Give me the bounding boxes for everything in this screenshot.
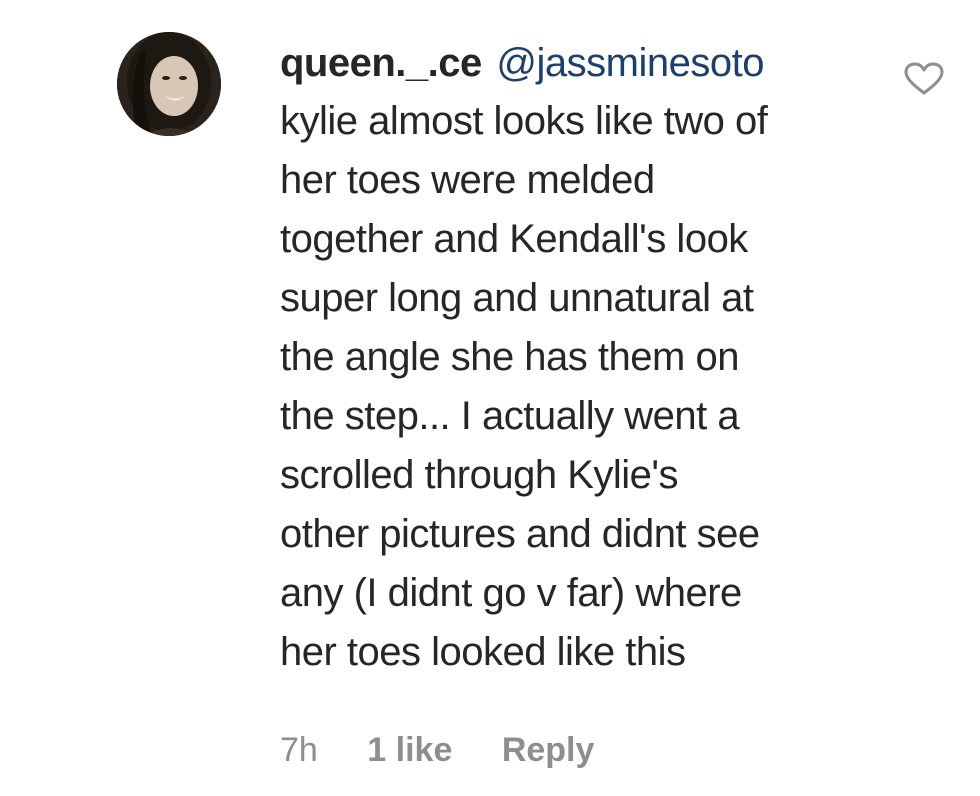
comment-text-line: her toes were melded [280,158,655,202]
comment-text-line: the step... I actually went a [280,394,740,438]
comment-text-line: other pictures and didnt see [280,512,760,556]
comment-text-line: any (I didnt go v far) where [280,571,742,615]
avatar[interactable] [117,32,221,136]
comment-body: queen._.ce @jassminesoto kylie almost lo… [280,34,870,682]
comment-text: kylie almost looks like two of her toes … [280,92,870,682]
comment-text-line: kylie almost looks like two of [280,99,768,143]
timestamp[interactable]: 7h [280,726,318,774]
username-link[interactable]: queen._.ce [280,41,482,85]
comment-header: queen._.ce @jassminesoto [280,34,870,92]
comment-text-line: scrolled through Kylie's [280,453,679,497]
reply-button[interactable]: Reply [502,726,595,774]
mention-link[interactable]: @jassminesoto [496,41,764,85]
heart-outline-icon[interactable] [904,62,944,96]
avatar-image [117,32,221,136]
comment-meta: 7h 1 like Reply [280,726,634,774]
comment-item: queen._.ce @jassminesoto kylie almost lo… [0,0,980,796]
comment-text-line: super long and unnatural at [280,276,754,320]
likes-count-button[interactable]: 1 like [367,726,452,774]
comment-text-line: the angle she has them on [280,335,739,379]
comment-text-line: together and Kendall's look [280,217,748,261]
comment-text-line: her toes looked like this [280,630,686,674]
